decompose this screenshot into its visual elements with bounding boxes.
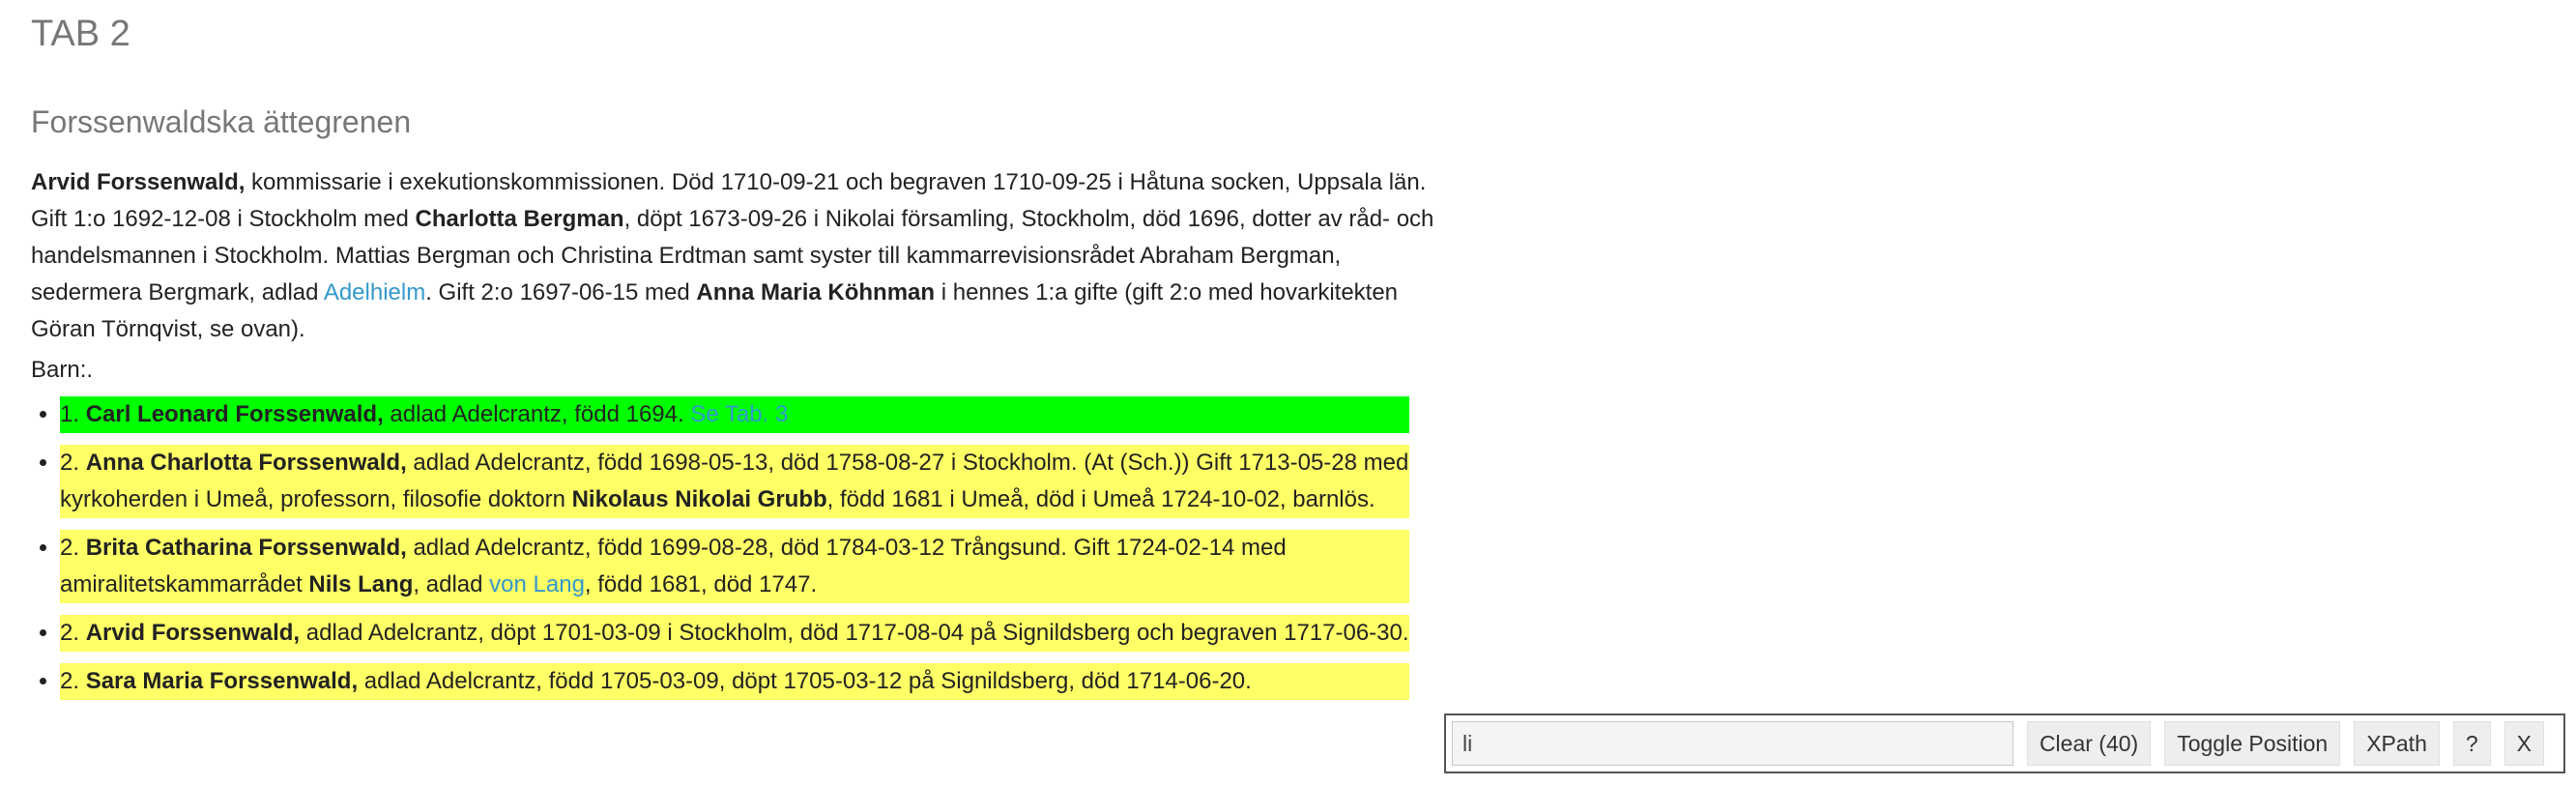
person-name: Nikolaus Nikolai Grubb bbox=[571, 486, 827, 512]
person-name: Anna Maria Köhnman bbox=[696, 279, 936, 306]
child-text: , född 1681 i Umeå, död i Umeå 1724-10-0… bbox=[826, 486, 1375, 512]
close-button[interactable]: X bbox=[2504, 721, 2544, 766]
child-number: 2. bbox=[60, 450, 86, 476]
xpath-button[interactable]: XPath bbox=[2354, 721, 2440, 766]
child-text: adlad Adelcrantz, döpt 1701-03-09 i Stoc… bbox=[300, 620, 1409, 646]
child-text: adlad Adelcrantz, född 1694. bbox=[383, 401, 691, 427]
child-text: , adlad bbox=[413, 571, 490, 597]
child-number: 1. bbox=[60, 401, 86, 427]
section-subtitle: Forssenwaldska ättegrenen bbox=[31, 104, 412, 139]
child-number: 2. bbox=[60, 535, 86, 561]
list-item: 2. Arvid Forssenwald, adlad Adelcrantz, … bbox=[60, 615, 1409, 652]
person-name: Brita Catharina Forssenwald, bbox=[85, 535, 407, 561]
search-input[interactable] bbox=[1452, 721, 2013, 766]
list-item: 2. Sara Maria Forssenwald, adlad Adelcra… bbox=[60, 663, 1409, 700]
list-item: 1. Carl Leonard Forssenwald, adlad Adelc… bbox=[60, 396, 1409, 433]
person-name: Sara Maria Forssenwald, bbox=[85, 668, 359, 694]
link-se-tab-3[interactable]: Se Tab. 3 bbox=[690, 401, 788, 427]
clear-button[interactable]: Clear (40) bbox=[2026, 721, 2152, 766]
children-list: 1. Carl Leonard Forssenwald, adlad Adelc… bbox=[31, 396, 1442, 700]
help-button[interactable]: ? bbox=[2452, 721, 2491, 766]
page-title: TAB 2 bbox=[31, 14, 130, 54]
person-name: Carl Leonard Forssenwald, bbox=[85, 401, 384, 427]
person-name: Arvid Forssenwald, bbox=[85, 620, 301, 646]
person-name: Arvid Forssenwald, bbox=[31, 169, 246, 195]
child-text: , född 1681, död 1747. bbox=[584, 571, 818, 597]
link-von-lang[interactable]: von Lang bbox=[489, 571, 585, 597]
toggle-position-button[interactable]: Toggle Position bbox=[2164, 721, 2341, 766]
child-text: adlad Adelcrantz, född 1705-03-09, döpt … bbox=[358, 668, 1252, 694]
person-name: Nils Lang bbox=[308, 571, 414, 597]
list-item: 2. Anna Charlotta Forssenwald, adlad Ade… bbox=[60, 445, 1409, 518]
list-item: 2. Brita Catharina Forssenwald, adlad Ad… bbox=[60, 530, 1409, 603]
child-number: 2. bbox=[60, 668, 86, 694]
children-label: Barn:. bbox=[31, 357, 94, 383]
page-content: TAB 2 Forssenwaldska ättegrenen Arvid Fo… bbox=[31, 0, 1442, 712]
intro-text: . Gift 2:o 1697-06-15 med bbox=[425, 279, 697, 306]
child-number: 2. bbox=[60, 620, 86, 646]
search-toolbar: Clear (40) Toggle Position XPath ? X bbox=[1444, 713, 2565, 773]
person-name: Anna Charlotta Forssenwald, bbox=[85, 450, 407, 476]
link-adelhielm[interactable]: Adelhielm bbox=[324, 279, 425, 306]
intro-paragraph: Arvid Forssenwald, kommissarie i exekuti… bbox=[31, 164, 1442, 348]
person-name: Charlotta Bergman bbox=[415, 206, 624, 232]
